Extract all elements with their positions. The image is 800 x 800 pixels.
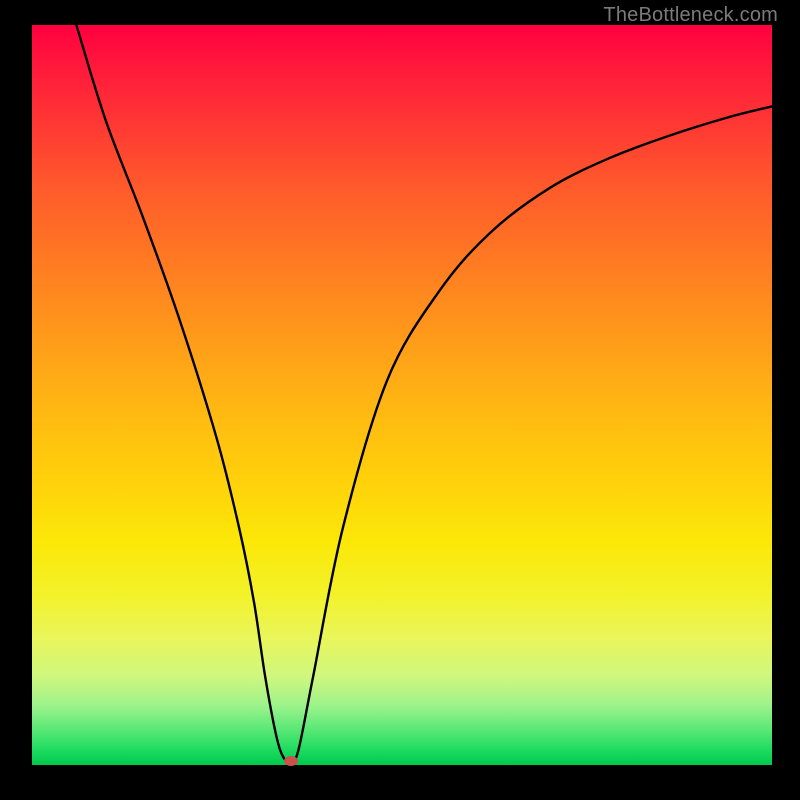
bottleneck-curve bbox=[32, 25, 772, 765]
plot-area bbox=[32, 25, 772, 765]
watermark-text: TheBottleneck.com bbox=[603, 4, 778, 27]
minimum-marker-dot bbox=[284, 756, 298, 766]
chart-frame: TheBottleneck.com bbox=[0, 0, 800, 800]
